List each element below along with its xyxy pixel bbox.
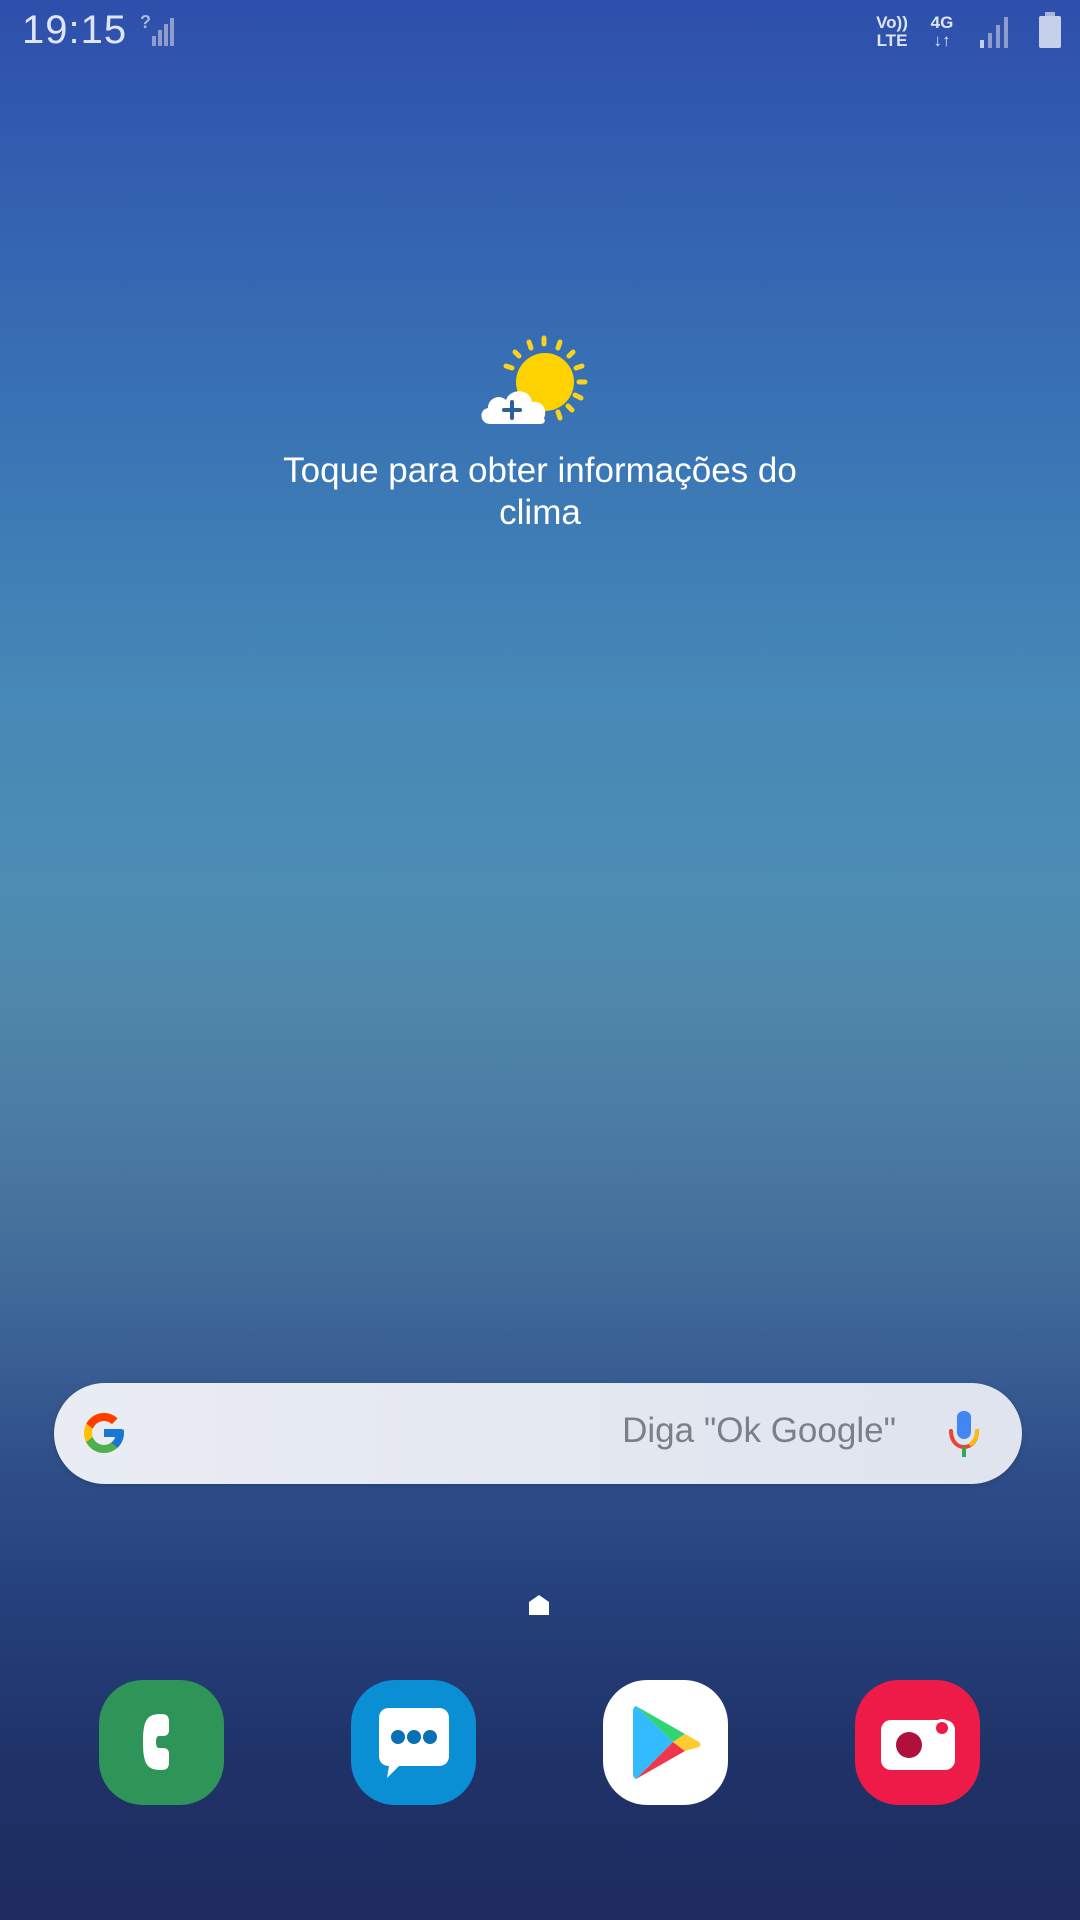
volte-icon: Vo)) LTE: [872, 14, 912, 50]
weather-sun-cloud-icon: [481, 335, 588, 424]
play-store-app-icon[interactable]: [603, 1680, 728, 1805]
camera-icon: [881, 1719, 955, 1770]
play-store-triangle-icon: [633, 1706, 701, 1779]
phone-handset-icon: [143, 1714, 169, 1770]
no-sim-signal-icon: ?: [140, 12, 174, 46]
home-page-indicator-icon: [529, 1595, 549, 1615]
signal-strength-icon: [980, 17, 1008, 48]
phone-app-icon[interactable]: [99, 1680, 224, 1805]
search-hint: Diga "Ok Google": [622, 1411, 896, 1450]
weather-widget[interactable]: Toque para obter informações do clima: [240, 330, 840, 540]
status-bar: 19:15 ? Vo)) LTE 4G ↓↑: [0, 0, 1080, 66]
chat-bubble-icon: [379, 1708, 449, 1778]
microphone-icon[interactable]: [946, 1409, 982, 1459]
camera-app-icon[interactable]: [855, 1680, 980, 1805]
status-time: 19:15: [22, 8, 128, 52]
network-4g-icon: 4G ↓↑: [926, 14, 958, 50]
volte-label: Vo)): [876, 13, 908, 32]
google-search-bar[interactable]: Diga "Ok Google": [54, 1383, 1022, 1484]
messages-app-icon[interactable]: [351, 1680, 476, 1805]
lte-label: LTE: [876, 31, 908, 50]
battery-icon: [1039, 12, 1061, 48]
svg-text:?: ?: [140, 12, 151, 32]
weather-prompt: Toque para obter informações do clima: [283, 451, 797, 532]
google-logo-icon: [84, 1413, 124, 1453]
network-label: 4G: [930, 13, 954, 32]
data-arrows: ↓↑: [933, 31, 951, 50]
